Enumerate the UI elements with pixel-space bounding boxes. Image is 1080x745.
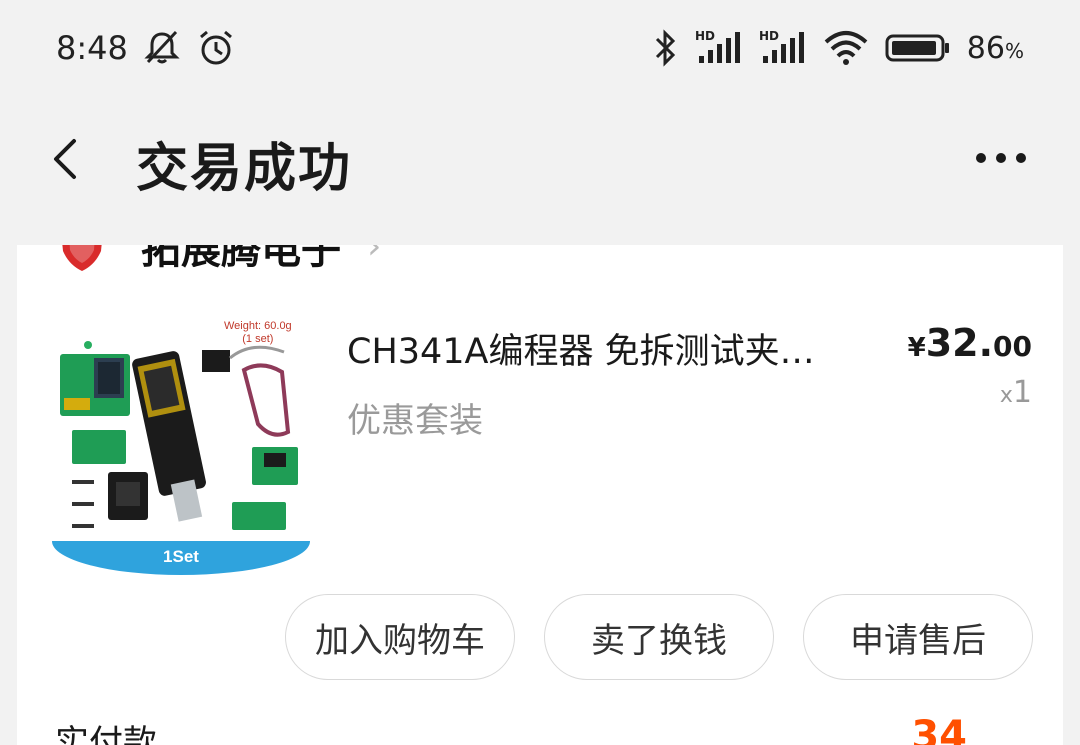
image-weight-label: Weight: 60.0g (1 set) xyxy=(224,320,292,345)
status-time: 8:48 xyxy=(56,29,128,67)
back-button[interactable] xyxy=(40,134,90,184)
signal-hd-label: HD xyxy=(695,29,715,43)
bluetooth-icon xyxy=(653,28,679,68)
more-dots-icon xyxy=(976,153,986,163)
shop-name: 拓展腾电子 xyxy=(141,245,341,273)
sell-for-cash-button[interactable]: 卖了换钱 xyxy=(544,594,774,680)
wifi-icon xyxy=(823,28,869,68)
product-price: ¥32.00 xyxy=(907,321,1032,365)
page-header: 交易成功 xyxy=(0,100,1080,220)
order-card: 拓展腾电子 › Weight: 60.0g (1 set) 1Set CH341… xyxy=(17,245,1063,745)
product-image[interactable]: Weight: 60.0g (1 set) 1Set xyxy=(52,312,310,575)
shop-row[interactable]: 拓展腾电子 › xyxy=(55,245,381,275)
more-button[interactable] xyxy=(976,140,1026,176)
order-actions: 加入购物车 卖了换钱 申请售后 xyxy=(285,594,1033,680)
mute-icon xyxy=(142,28,182,68)
svg-text:HD: HD xyxy=(759,29,779,43)
chevron-right-icon: › xyxy=(367,245,382,267)
add-to-cart-button[interactable]: 加入购物车 xyxy=(285,594,515,680)
product-title[interactable]: CH341A编程器 免拆测试夹… xyxy=(347,323,887,374)
status-left: 8:48 xyxy=(56,28,236,68)
battery-icon xyxy=(885,28,951,68)
payment-amount: 34 xyxy=(911,713,967,745)
payment-label: 实付款 xyxy=(55,723,157,745)
signal-hd-icon: HD xyxy=(695,28,743,68)
status-right: HD HD 86% xyxy=(653,28,1024,68)
status-bar: 8:48 HD HD 86% xyxy=(0,0,1080,96)
programmer-kit-illustration xyxy=(60,341,298,530)
page-title: 交易成功 xyxy=(136,139,353,199)
product-sku: 优惠套装 xyxy=(347,401,483,441)
chevron-left-icon xyxy=(54,139,76,179)
signal-hd-icon: HD xyxy=(759,28,807,68)
after-sales-button[interactable]: 申请售后 xyxy=(803,594,1033,680)
alarm-icon xyxy=(196,28,236,68)
product-quantity: x1 xyxy=(999,375,1032,410)
battery-percent: 86% xyxy=(966,30,1024,66)
shop-shield-icon xyxy=(62,245,102,271)
